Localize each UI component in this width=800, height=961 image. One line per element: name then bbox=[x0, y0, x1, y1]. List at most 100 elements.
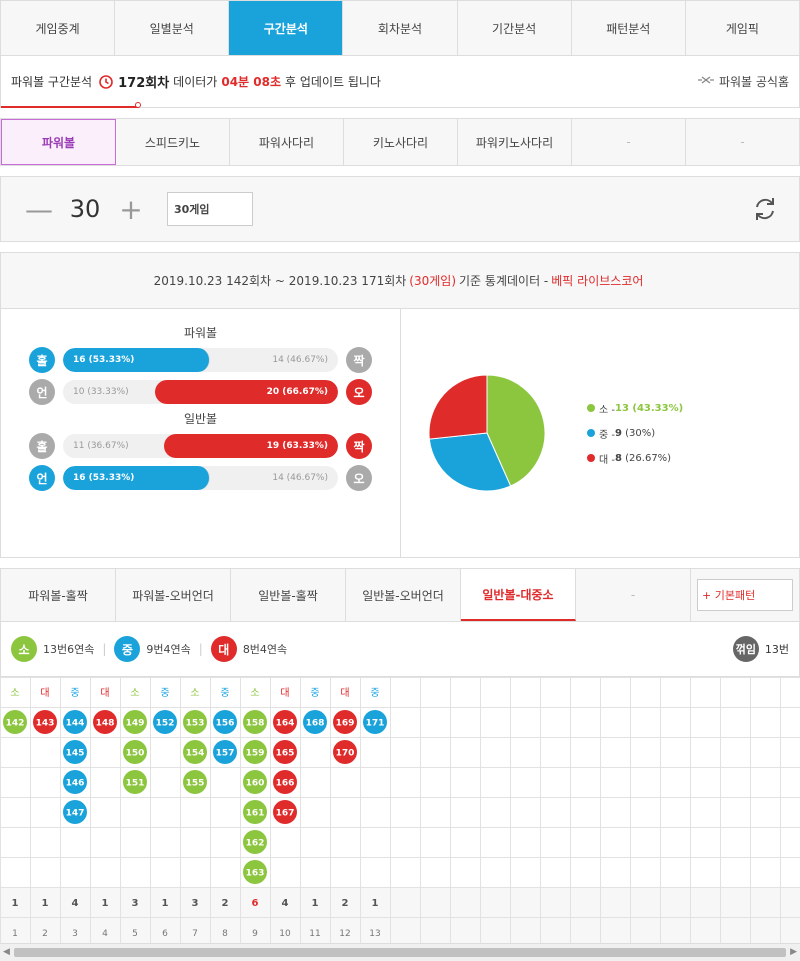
add-basic-pattern-button[interactable]: + 기본패턴 bbox=[697, 579, 793, 611]
turn-count-text: 13번 bbox=[764, 643, 789, 656]
streak-count: 1 bbox=[372, 898, 379, 909]
pattern-tabs: 파워볼-홀짝 파워볼-오버언더 일반볼-홀짝 일반볼-오버언더 일반볼-대중소 … bbox=[0, 568, 800, 622]
pattern-ball-number: 143 bbox=[36, 719, 55, 729]
update-info-bar: 파워볼 구간분석 172회차 데이터가 04분 08초 후 업데이트 됩니다 파… bbox=[0, 56, 800, 108]
medium-ball: 중 bbox=[114, 636, 141, 662]
pattern-ball-number: 151 bbox=[126, 779, 145, 789]
tab-normal-oddeven[interactable]: 일반볼-홀짝 bbox=[231, 569, 346, 621]
left-ball: 언 bbox=[29, 465, 55, 491]
column-index: 10 bbox=[279, 929, 291, 939]
tab-game-relay[interactable]: 게임중계 bbox=[1, 1, 116, 55]
streak-count: 1 bbox=[12, 898, 19, 909]
game-count-value: 30 bbox=[69, 195, 101, 223]
turn-count: 꺾임 13번 bbox=[732, 636, 789, 662]
tab-speedkeno[interactable]: 스피드키노 bbox=[116, 119, 230, 165]
horizontal-scrollbar[interactable]: ◀ ▶ bbox=[0, 943, 800, 961]
tab-powerball-overunder[interactable]: 파워볼-오버언더 bbox=[116, 569, 231, 621]
left-value: 11 (36.67%) bbox=[73, 441, 129, 451]
progress-underline bbox=[1, 102, 141, 108]
column-head: 대 bbox=[340, 687, 349, 699]
tab-keno-ladder[interactable]: 키노사다리 bbox=[344, 119, 458, 165]
column-head: 중 bbox=[370, 687, 379, 699]
tab-game-pick[interactable]: 게임픽 bbox=[686, 1, 799, 55]
tab-powerball[interactable]: 파워볼 bbox=[1, 119, 116, 165]
large-ball: 대 bbox=[210, 636, 237, 662]
pattern-ball-number: 147 bbox=[66, 809, 85, 819]
tab-range-analysis[interactable]: 구간분석 bbox=[229, 1, 344, 55]
scroll-right-icon[interactable]: ▶ bbox=[790, 947, 797, 957]
column-index: 9 bbox=[252, 929, 258, 939]
powerball-logo-icon bbox=[697, 74, 715, 89]
streak-count: 2 bbox=[222, 898, 229, 909]
legend-value: 8 (26.67%) bbox=[615, 453, 671, 464]
pattern-ball-number: 170 bbox=[336, 749, 355, 759]
legend-dot bbox=[587, 454, 595, 462]
medium-summary-text: 9번4연속 bbox=[146, 643, 191, 656]
column-head: 중 bbox=[160, 687, 169, 699]
stat-bar: 11 (36.67%) 19 (63.33%) bbox=[63, 434, 338, 458]
scroll-thumb[interactable] bbox=[14, 948, 786, 957]
legend-pct: (30%) bbox=[621, 427, 656, 439]
pattern-ball-number: 142 bbox=[6, 719, 25, 729]
size-pie-chart bbox=[428, 374, 546, 492]
tab-round-analysis[interactable]: 회차분석 bbox=[343, 1, 458, 55]
legend-pct: (26.67%) bbox=[621, 452, 672, 464]
game-count-control: — 30 + 30게임 bbox=[0, 176, 800, 242]
legend-label: 중 - bbox=[599, 429, 615, 441]
scroll-left-icon[interactable]: ◀ bbox=[3, 947, 10, 957]
streak-count: 4 bbox=[72, 898, 79, 909]
pattern-ball-number: 152 bbox=[156, 719, 175, 729]
stat-bar-row: 언 16 (53.33%) 14 (46.67%) 오 bbox=[29, 463, 372, 493]
pattern-ball-number: 157 bbox=[216, 749, 235, 759]
game-tabs: 파워볼 스피드키노 파워사다리 키노사다리 파워키노사다리 - - bbox=[0, 118, 800, 166]
increase-button[interactable]: + bbox=[113, 193, 149, 226]
refresh-icon[interactable] bbox=[751, 195, 779, 223]
tab-pattern-analysis[interactable]: 패턴분석 bbox=[572, 1, 686, 55]
pattern-ball-number: 159 bbox=[246, 749, 265, 759]
left-ball: 홀 bbox=[29, 347, 55, 373]
tab-powerkeno-ladder[interactable]: 파워키노사다리 bbox=[458, 119, 572, 165]
stat-bar: 16 (53.33%) 14 (46.67%) bbox=[63, 348, 338, 372]
column-head: 소 bbox=[130, 687, 139, 699]
column-index: 12 bbox=[339, 929, 350, 939]
official-home-link[interactable]: 파워볼 공식홈 bbox=[697, 73, 789, 90]
tab-normal-overunder[interactable]: 일반볼-오버언더 bbox=[346, 569, 461, 621]
legend-item: 소 - 13 (43.33%) bbox=[587, 396, 683, 421]
tab-period-analysis[interactable]: 기간분석 bbox=[458, 1, 572, 55]
stat-bar-row: 홀 11 (36.67%) 19 (63.33%) 짝 bbox=[29, 431, 372, 461]
official-home-label: 파워볼 공식홈 bbox=[718, 75, 789, 89]
stat-bar: 10 (33.33%) 20 (66.67%) bbox=[63, 380, 338, 404]
column-index: 8 bbox=[222, 929, 228, 939]
pattern-ball-number: 167 bbox=[276, 809, 295, 819]
stats-panel: 2019.10.23 142회차 ~ 2019.10.23 171회차 (30게… bbox=[0, 252, 800, 558]
streak-count: 2 bbox=[342, 898, 349, 909]
pattern-ball-number: 144 bbox=[66, 719, 85, 729]
column-index: 11 bbox=[309, 929, 320, 939]
tab-empty-2: - bbox=[740, 135, 745, 149]
column-index: 6 bbox=[162, 929, 168, 939]
stats-range: 2019.10.23 142회차 ~ 2019.10.23 171회차 bbox=[153, 274, 407, 288]
small-summary-text: 13번6연속 bbox=[43, 643, 95, 656]
tab-power-ladder[interactable]: 파워사다리 bbox=[230, 119, 344, 165]
right-value: 19 (63.33%) bbox=[266, 441, 328, 451]
left-ball: 홀 bbox=[29, 433, 55, 459]
tab-powerball-oddeven[interactable]: 파워볼-홀짝 bbox=[1, 569, 116, 621]
top-tabs: 게임중계 일별분석 구간분석 회차분석 기간분석 패턴분석 게임픽 bbox=[0, 0, 800, 56]
legend-count: 8 bbox=[615, 452, 622, 464]
legend-dot bbox=[587, 429, 595, 437]
tab-normal-size[interactable]: 일반볼-대중소 bbox=[461, 569, 576, 621]
tab-daily-analysis[interactable]: 일별분석 bbox=[115, 1, 230, 55]
legend-value: 9 (30%) bbox=[615, 428, 655, 439]
pattern-ball-number: 155 bbox=[186, 779, 205, 789]
stats-header: 2019.10.23 142회차 ~ 2019.10.23 171회차 (30게… bbox=[1, 253, 799, 309]
pattern-ball-number: 163 bbox=[246, 869, 265, 879]
streak-count: 3 bbox=[192, 898, 199, 909]
game-count-select[interactable]: 30게임 bbox=[167, 192, 253, 226]
column-head: 소 bbox=[10, 687, 19, 699]
column-head: 중 bbox=[220, 687, 229, 699]
tab-empty-1: - bbox=[572, 119, 686, 165]
streak-count: 6 bbox=[252, 898, 259, 909]
size-distribution: 소 - 13 (43.33%) 중 - 9 (30%) 대 - 8 (26.67%) bbox=[401, 309, 799, 557]
decrease-button[interactable]: — bbox=[21, 193, 57, 226]
column-head: 대 bbox=[100, 687, 109, 699]
